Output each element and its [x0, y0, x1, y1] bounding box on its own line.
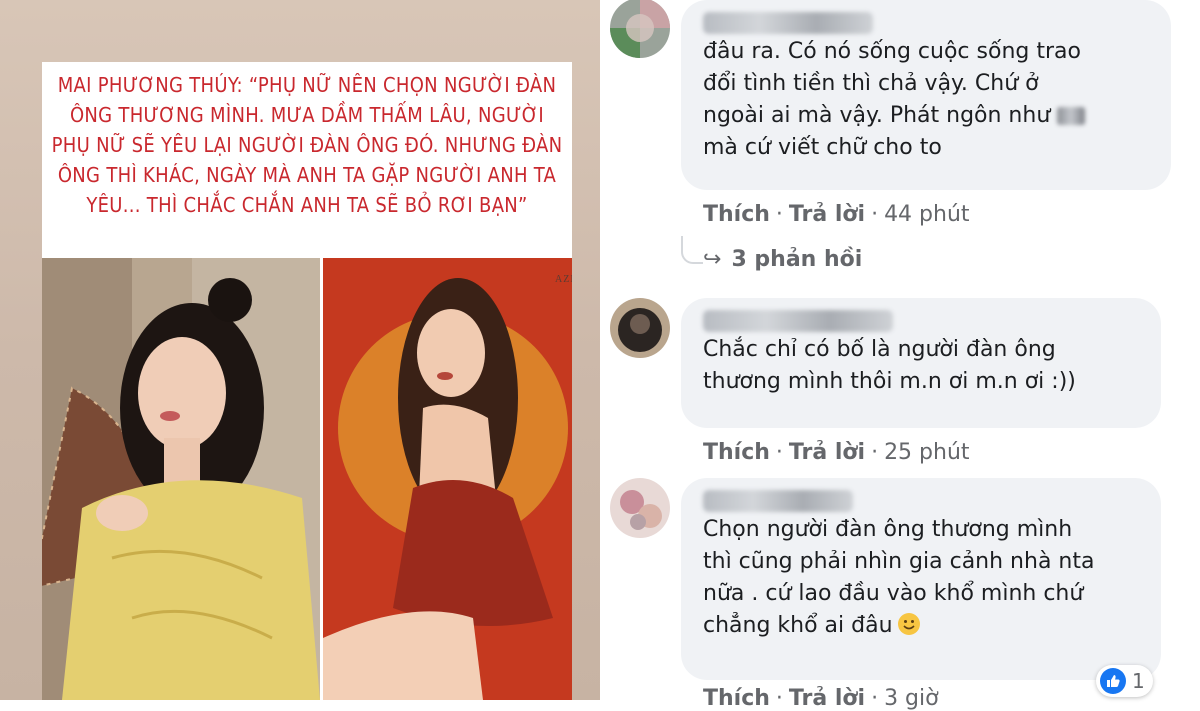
reply-arrow-icon: ↪ [703, 247, 722, 272]
separator: · [775, 440, 783, 465]
comment-text: đâu ra. Có nó sống cuộc sống trao đổi tì… [703, 36, 1149, 164]
timestamp[interactable]: 25 phút [884, 440, 969, 465]
magazine-watermark: AZINE [555, 274, 572, 285]
smile-emoji-icon [897, 613, 920, 635]
view-replies-link[interactable]: ↪ 3 phản hồi [703, 247, 862, 272]
reaction-count: 1 [1132, 669, 1145, 693]
portrait-red-dress-illustration [323, 258, 572, 700]
separator: · [775, 686, 783, 711]
reaction-badge[interactable]: 1 [1096, 665, 1153, 697]
story-card: MAI PHƯƠNG THÚY: “PHỤ NỮ NÊN CHỌN NGƯỜI … [42, 62, 572, 700]
avatar-blurred-icon [610, 0, 670, 58]
story-quote: MAI PHƯƠNG THÚY: “PHỤ NỮ NÊN CHỌN NGƯỜI … [51, 73, 563, 217]
comment-bubble: đâu ra. Có nó sống cuộc sống trao đổi tì… [681, 0, 1171, 190]
author-name-blurred[interactable] [703, 310, 893, 332]
reply-link[interactable]: Trả lời [789, 686, 865, 711]
photo-ao-dai [42, 258, 320, 700]
reply-link[interactable]: Trả lời [789, 440, 865, 465]
author-name-blurred[interactable] [703, 12, 873, 34]
comment-bubble: Chọn người đàn ông thương mình thì cũng … [681, 478, 1161, 680]
photo-red-dress: AZINE [323, 258, 572, 700]
thumbs-up-icon [1100, 668, 1126, 694]
reply-link[interactable]: Trả lời [789, 202, 865, 227]
like-link[interactable]: Thích [703, 686, 770, 711]
avatar-blurred-icon [610, 478, 670, 538]
censored-word [1057, 107, 1086, 125]
timestamp[interactable]: 3 giờ [884, 686, 939, 711]
comment-bubble: Chắc chỉ có bố là người đàn ông thương m… [681, 298, 1161, 428]
separator: · [871, 686, 879, 711]
author-name-blurred[interactable] [703, 490, 853, 512]
avatar[interactable] [610, 0, 670, 58]
timestamp[interactable]: 44 phút [884, 202, 969, 227]
separator: · [871, 202, 879, 227]
like-link[interactable]: Thích [703, 202, 770, 227]
comments-panel: đâu ra. Có nó sống cuộc sống trao đổi tì… [600, 0, 1200, 711]
comment-actions: Thích · Trả lời · 44 phút [703, 202, 970, 227]
avatar[interactable] [610, 298, 670, 358]
comment-actions: Thích · Trả lời · 3 giờ [703, 686, 939, 711]
portrait-ao-dai-illustration [42, 258, 320, 700]
separator: · [871, 440, 879, 465]
separator: · [775, 202, 783, 227]
avatar-blurred-icon [610, 298, 670, 358]
avatar[interactable] [610, 478, 670, 538]
comment-text: Chắc chỉ có bố là người đàn ông thương m… [703, 337, 1076, 394]
comment-text: Chọn người đàn ông thương mình thì cũng … [703, 517, 1095, 638]
thumbs-up-glyph [1107, 675, 1120, 687]
comment-actions: Thích · Trả lời · 25 phút [703, 440, 970, 465]
thread-line [681, 236, 703, 264]
like-link[interactable]: Thích [703, 440, 770, 465]
story-panel: MAI PHƯƠNG THÚY: “PHỤ NỮ NÊN CHỌN NGƯỜI … [0, 0, 600, 700]
